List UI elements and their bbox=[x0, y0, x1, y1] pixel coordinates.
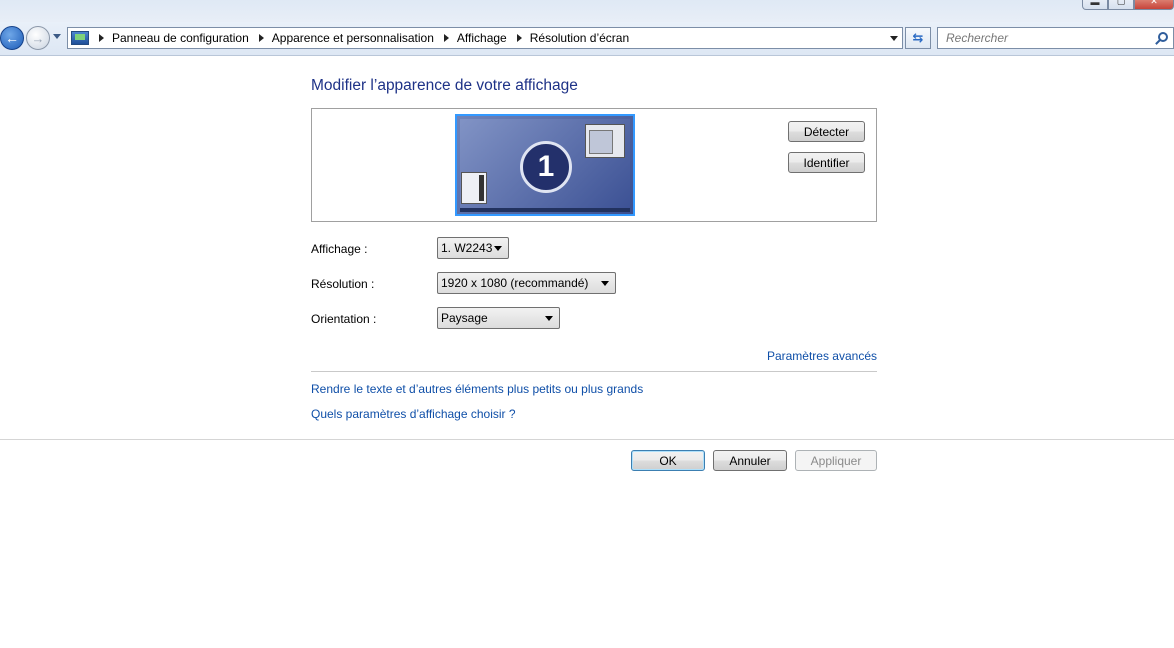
cancel-button[interactable]: Annuler bbox=[713, 450, 787, 471]
window-controls: ▬ ▢ ✕ bbox=[1082, 0, 1174, 10]
orientation-select[interactable]: Paysage bbox=[437, 307, 560, 329]
identify-button[interactable]: Identifier bbox=[788, 152, 865, 173]
gadget-thumbnail-icon bbox=[461, 172, 487, 204]
ok-button[interactable]: OK bbox=[631, 450, 705, 471]
navigation-bar: ← → Panneau de configuration Apparence e… bbox=[0, 22, 1174, 56]
control-panel-icon bbox=[71, 31, 89, 45]
close-icon: ✕ bbox=[1150, 0, 1158, 6]
maximize-button[interactable]: ▢ bbox=[1108, 0, 1134, 10]
forward-button[interactable]: → bbox=[26, 26, 50, 50]
divider bbox=[311, 371, 877, 372]
search-input[interactable] bbox=[938, 28, 1138, 48]
breadcrumb-display[interactable]: Affichage bbox=[457, 31, 507, 45]
resolution-select[interactable]: 1920 x 1080 (recommandé) bbox=[437, 272, 616, 294]
breadcrumb-arrow-icon[interactable] bbox=[258, 34, 264, 42]
breadcrumb-appearance[interactable]: Apparence et personnalisation bbox=[272, 31, 434, 45]
breadcrumb-control-panel[interactable]: Panneau de configuration bbox=[112, 31, 249, 45]
breadcrumb-arrow-icon[interactable] bbox=[99, 34, 104, 42]
display-select[interactable]: 1. W2243 bbox=[437, 237, 509, 259]
detect-button[interactable]: Détecter bbox=[788, 121, 865, 142]
refresh-icon: ⇆ bbox=[912, 30, 924, 45]
display-label: Affichage : bbox=[311, 242, 368, 256]
monitor-taskbar bbox=[460, 208, 630, 212]
footer-divider bbox=[0, 439, 1174, 440]
chevron-down-icon bbox=[545, 316, 553, 321]
minimize-icon: ▬ bbox=[1090, 0, 1100, 7]
monitor-preview-panel: 1 Détecter Identifier bbox=[311, 108, 877, 222]
monitor-number: 1 bbox=[520, 141, 572, 193]
display-select-value: 1. W2243 bbox=[441, 241, 493, 255]
address-dropdown-icon[interactable] bbox=[890, 36, 898, 41]
search-box[interactable] bbox=[937, 27, 1174, 49]
title-bar: ▬ ▢ ✕ bbox=[0, 0, 1174, 22]
breadcrumb-screen-resolution[interactable]: Résolution d’écran bbox=[530, 31, 629, 45]
text-size-link[interactable]: Rendre le texte et d’autres éléments plu… bbox=[311, 382, 643, 396]
forward-arrow-icon: → bbox=[31, 30, 45, 46]
orientation-label: Orientation : bbox=[311, 312, 377, 326]
address-bar[interactable]: Panneau de configuration Apparence et pe… bbox=[67, 27, 903, 49]
recent-pages-dropdown[interactable] bbox=[53, 34, 61, 39]
minimize-button[interactable]: ▬ bbox=[1082, 0, 1108, 10]
advanced-settings-link[interactable]: Paramètres avancés bbox=[767, 349, 877, 363]
resolution-label: Résolution : bbox=[311, 277, 375, 291]
breadcrumb-arrow-icon[interactable] bbox=[443, 34, 449, 42]
close-button[interactable]: ✕ bbox=[1134, 0, 1174, 10]
chevron-down-icon bbox=[601, 281, 609, 286]
apply-button[interactable]: Appliquer bbox=[795, 450, 877, 471]
which-settings-link[interactable]: Quels paramètres d’affichage choisir ? bbox=[311, 407, 516, 421]
chevron-down-icon bbox=[494, 246, 502, 251]
refresh-button[interactable]: ⇆ bbox=[905, 27, 931, 49]
orientation-select-value: Paysage bbox=[441, 311, 488, 325]
resolution-select-value: 1920 x 1080 (recommandé) bbox=[441, 276, 589, 290]
monitor-1[interactable]: 1 bbox=[455, 114, 635, 216]
window-thumbnail-icon bbox=[585, 124, 625, 158]
maximize-icon: ▢ bbox=[1116, 0, 1126, 6]
page-title: Modifier l’apparence de votre affichage bbox=[311, 77, 578, 94]
breadcrumb-arrow-icon[interactable] bbox=[516, 34, 522, 42]
back-arrow-icon: ← bbox=[5, 30, 19, 46]
back-button[interactable]: ← bbox=[0, 26, 24, 50]
search-icon[interactable] bbox=[1158, 32, 1168, 42]
